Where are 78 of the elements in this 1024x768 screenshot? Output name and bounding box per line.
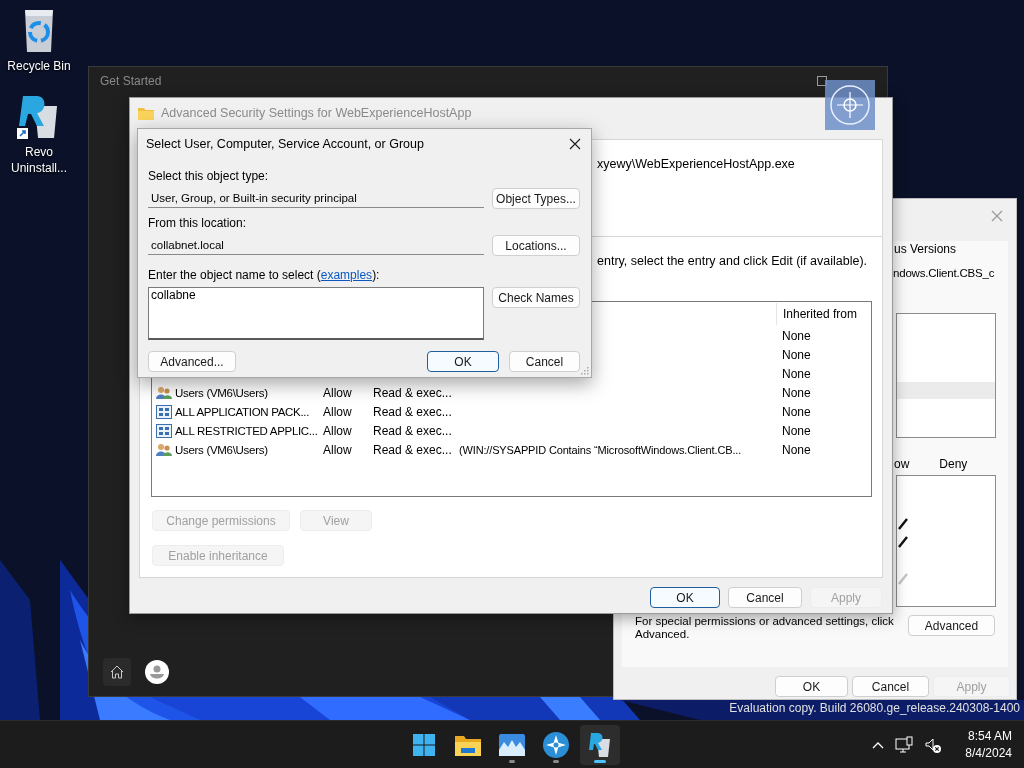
network-icon[interactable] bbox=[895, 735, 914, 754]
crosshair-icon[interactable] bbox=[825, 80, 875, 130]
advanced-button[interactable]: Advanced bbox=[908, 615, 995, 636]
inherited-cell: None bbox=[782, 404, 811, 419]
resize-grip-icon[interactable] bbox=[581, 367, 589, 375]
ok-button[interactable]: OK bbox=[650, 587, 720, 608]
window-title: Get Started bbox=[100, 74, 162, 88]
type-cell: Allow bbox=[323, 423, 352, 438]
avatar-icon[interactable] bbox=[145, 660, 169, 684]
desktop-icon-label: Recycle Bin bbox=[6, 58, 72, 74]
column-header: ow bbox=[894, 457, 910, 471]
access-cell: Read & exec... bbox=[373, 385, 452, 400]
package-icon bbox=[156, 404, 172, 419]
users-icon bbox=[156, 385, 172, 400]
principal-cell: Users (VM6\Users) bbox=[175, 386, 268, 399]
check-names-button[interactable]: Check Names bbox=[492, 287, 580, 308]
chevron-up-icon[interactable] bbox=[872, 740, 885, 749]
compass-icon bbox=[543, 731, 569, 758]
dialog-title: Select User, Computer, Service Account, or Group bbox=[146, 137, 424, 151]
object-name: xyewy\WebExperienceHostApp.exe bbox=[597, 157, 795, 171]
desktop-icon-label: Revo Uninstall... bbox=[10, 144, 68, 176]
type-cell: Allow bbox=[323, 404, 352, 419]
close-icon bbox=[991, 210, 1003, 222]
object-path: ndows.Client.CBS_c bbox=[893, 267, 996, 279]
access-cell: Read & exec... bbox=[373, 423, 452, 438]
taskbar-button[interactable] bbox=[580, 724, 620, 765]
checkmark-icon[interactable] bbox=[898, 518, 908, 531]
inherited-cell: None bbox=[782, 423, 811, 438]
maximize-icon[interactable] bbox=[817, 76, 827, 86]
users-icon bbox=[156, 442, 172, 457]
cancel-button[interactable]: Cancel bbox=[509, 351, 580, 372]
locations-button[interactable]: Locations... bbox=[492, 235, 580, 256]
instructions-text: entry, select the entry and click Edit (if available). bbox=[596, 254, 869, 268]
cancel-button[interactable]: Cancel bbox=[852, 676, 929, 697]
object-types-button[interactable]: Object Types... bbox=[492, 188, 580, 209]
checkmark-icon[interactable] bbox=[898, 536, 908, 549]
inherited-cell: None bbox=[782, 366, 811, 381]
house-icon bbox=[109, 664, 125, 680]
column-header[interactable]: Inherited from bbox=[776, 303, 858, 325]
inherited-cell: None bbox=[782, 385, 811, 400]
location-field: collabnet.local bbox=[148, 235, 484, 255]
type-cell: Allow bbox=[323, 385, 352, 400]
field-label: Enter the object name to select (examples): bbox=[148, 268, 381, 282]
window-title: Advanced Security Settings for WebExperienceHostApp bbox=[161, 106, 472, 120]
clock-time[interactable]: 8:54 AM bbox=[967, 727, 1012, 745]
mountains-icon bbox=[499, 733, 525, 756]
inherited-cell: None bbox=[782, 347, 811, 362]
uninstaller-icon bbox=[588, 731, 612, 758]
principal-cell: ALL APPLICATION PACK... bbox=[175, 405, 310, 418]
access-cell: Read & exec... bbox=[373, 404, 452, 419]
field-label: From this location: bbox=[148, 216, 248, 230]
close-icon bbox=[569, 138, 581, 150]
advanced-button[interactable]: Advanced... bbox=[148, 351, 236, 372]
package-icon bbox=[156, 423, 172, 438]
clock-date[interactable]: 8/4/2024 bbox=[965, 744, 1012, 762]
folder-icon bbox=[138, 106, 154, 120]
condition-cell: (WIN://SYSAPPID Contains “MicrosoftWindows.Client.CB... bbox=[459, 443, 742, 456]
object-name-field[interactable]: collabne bbox=[148, 287, 484, 340]
examples-link[interactable]: examples bbox=[320, 268, 373, 282]
ok-button[interactable]: OK bbox=[775, 676, 848, 697]
advanced-note: For special permissions or advanced settings, click Advanced. bbox=[635, 615, 895, 641]
field-label: Select this object type: bbox=[148, 169, 270, 183]
principal-cell: ALL RESTRICTED APPLIC... bbox=[175, 424, 318, 437]
home-button[interactable] bbox=[103, 658, 131, 686]
ok-button[interactable]: OK bbox=[427, 351, 499, 372]
access-cell: Read & exec... bbox=[373, 442, 452, 457]
principal-cell: Users (VM6\Users) bbox=[175, 443, 268, 456]
column-header: Deny bbox=[939, 457, 968, 471]
inherited-cell: None bbox=[782, 442, 811, 457]
inherited-cell: None bbox=[782, 328, 811, 343]
group-list[interactable] bbox=[896, 313, 996, 438]
windows-logo-icon bbox=[413, 733, 435, 756]
tab[interactable]: us Versions bbox=[894, 241, 1008, 257]
type-cell: Allow bbox=[323, 442, 352, 457]
folder-icon bbox=[455, 733, 481, 756]
cancel-button[interactable]: Cancel bbox=[728, 587, 802, 608]
evaluation-notice: Evaluation copy. Build 26080.ge_release.240308-1400 bbox=[729, 701, 1020, 715]
object-type-field: User, Group, or Built-in security principal bbox=[148, 188, 484, 208]
